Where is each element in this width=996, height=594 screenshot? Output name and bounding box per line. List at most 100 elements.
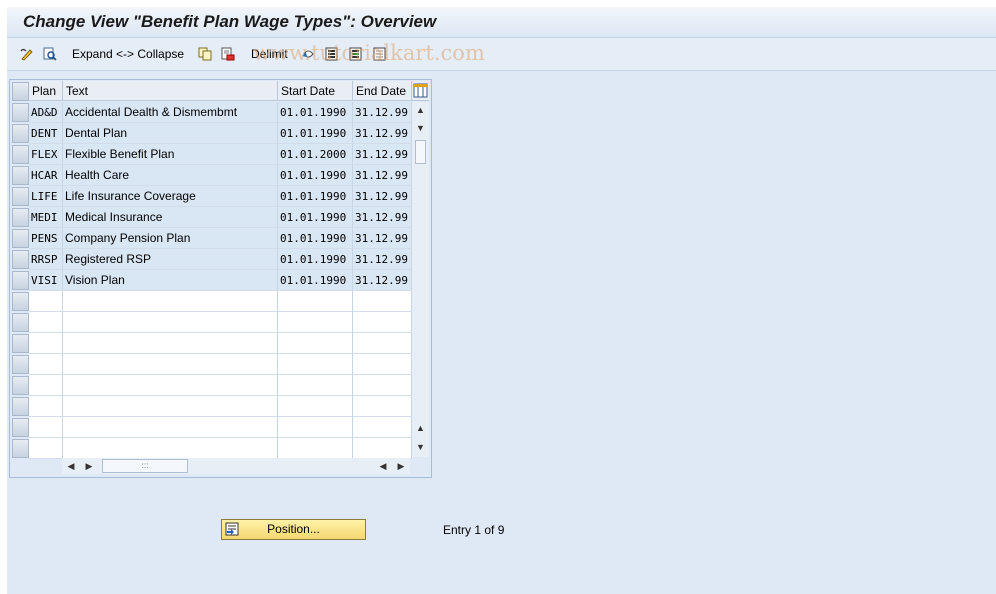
row-selector[interactable] bbox=[12, 103, 29, 122]
table-cell-end[interactable]: 31.12.99 bbox=[353, 228, 412, 249]
table-cell-start[interactable]: 01.01.1990 bbox=[278, 165, 353, 186]
expand-collapse-button[interactable]: Expand <-> Collapse bbox=[72, 46, 184, 62]
empty-table-cell[interactable] bbox=[353, 291, 412, 312]
empty-table-cell[interactable] bbox=[63, 333, 278, 354]
row-selector[interactable] bbox=[12, 313, 29, 332]
row-selector[interactable] bbox=[12, 397, 29, 416]
row-selector[interactable] bbox=[12, 229, 29, 248]
column-header-end-date[interactable]: End Date bbox=[353, 81, 412, 101]
empty-table-cell[interactable] bbox=[353, 312, 412, 333]
empty-table-cell[interactable] bbox=[29, 438, 63, 459]
empty-table-cell[interactable] bbox=[353, 396, 412, 417]
table-cell-text[interactable]: Vision Plan bbox=[63, 270, 278, 291]
empty-table-cell[interactable] bbox=[29, 333, 63, 354]
empty-table-cell[interactable] bbox=[63, 375, 278, 396]
empty-table-cell[interactable] bbox=[63, 417, 278, 438]
empty-table-cell[interactable] bbox=[278, 354, 353, 375]
table-cell-end[interactable]: 31.12.99 bbox=[353, 249, 412, 270]
row-selector[interactable] bbox=[12, 166, 29, 185]
empty-table-cell[interactable] bbox=[278, 417, 353, 438]
vertical-scroll-thumb[interactable] bbox=[415, 140, 426, 164]
empty-table-cell[interactable] bbox=[29, 417, 63, 438]
row-selector[interactable] bbox=[12, 208, 29, 227]
scroll-page-up-icon[interactable]: ▲ bbox=[412, 420, 429, 436]
select-all-rows-button[interactable] bbox=[12, 82, 29, 101]
table-cell-end[interactable]: 31.12.99 bbox=[353, 144, 412, 165]
column-header-plan[interactable]: Plan bbox=[29, 81, 63, 101]
table-cell-text[interactable]: Accidental Dealth & Dismembmt bbox=[63, 102, 278, 123]
table-cell-end[interactable]: 31.12.99 bbox=[353, 123, 412, 144]
table-cell-end[interactable]: 31.12.99 bbox=[353, 270, 412, 291]
table-cell-plan[interactable]: LIFE bbox=[29, 186, 63, 207]
empty-table-cell[interactable] bbox=[278, 312, 353, 333]
row-selector[interactable] bbox=[12, 250, 29, 269]
row-selector[interactable] bbox=[12, 439, 29, 458]
table-cell-start[interactable]: 01.01.1990 bbox=[278, 102, 353, 123]
row-selector[interactable] bbox=[12, 355, 29, 374]
empty-table-cell[interactable] bbox=[353, 438, 412, 459]
position-button[interactable]: Position... bbox=[221, 519, 366, 540]
table-cell-text[interactable]: Life Insurance Coverage bbox=[63, 186, 278, 207]
empty-table-cell[interactable] bbox=[353, 375, 412, 396]
table-cell-start[interactable]: 01.01.1990 bbox=[278, 186, 353, 207]
table-cell-start[interactable]: 01.01.1990 bbox=[278, 123, 353, 144]
table-cell-end[interactable]: 31.12.99 bbox=[353, 102, 412, 123]
row-selector[interactable] bbox=[12, 145, 29, 164]
row-selector[interactable] bbox=[12, 271, 29, 290]
table-cell-plan[interactable]: VISI bbox=[29, 270, 63, 291]
table-cell-plan[interactable]: FLEX bbox=[29, 144, 63, 165]
table-cell-end[interactable]: 31.12.99 bbox=[353, 165, 412, 186]
empty-table-cell[interactable] bbox=[63, 354, 278, 375]
table-cell-start[interactable]: 01.01.1990 bbox=[278, 228, 353, 249]
empty-table-cell[interactable] bbox=[278, 375, 353, 396]
table-cell-end[interactable]: 31.12.99 bbox=[353, 207, 412, 228]
scroll-down-icon[interactable]: ▼ bbox=[412, 120, 429, 136]
empty-table-cell[interactable] bbox=[63, 396, 278, 417]
empty-table-cell[interactable] bbox=[29, 375, 63, 396]
table-cell-text[interactable]: Registered RSP bbox=[63, 249, 278, 270]
horizontal-scroll-thumb[interactable]: ::: bbox=[102, 459, 188, 473]
table-cell-start[interactable]: 01.01.1990 bbox=[278, 207, 353, 228]
row-selector[interactable] bbox=[12, 418, 29, 437]
table-cell-text[interactable]: Health Care bbox=[63, 165, 278, 186]
table-cell-text[interactable]: Medical Insurance bbox=[63, 207, 278, 228]
empty-table-cell[interactable] bbox=[29, 312, 63, 333]
table-cell-plan[interactable]: HCAR bbox=[29, 165, 63, 186]
table-cell-plan[interactable]: RRSP bbox=[29, 249, 63, 270]
table-cell-plan[interactable]: DENT bbox=[29, 123, 63, 144]
scroll-page-down-icon[interactable]: ▼ bbox=[412, 439, 429, 455]
table-cell-text[interactable]: Dental Plan bbox=[63, 123, 278, 144]
find-icon[interactable] bbox=[43, 46, 57, 62]
row-selector[interactable] bbox=[12, 376, 29, 395]
empty-table-cell[interactable] bbox=[278, 333, 353, 354]
row-selector[interactable] bbox=[12, 124, 29, 143]
edit-glasses-icon[interactable] bbox=[20, 46, 34, 62]
column-header-start-date[interactable]: Start Date bbox=[278, 81, 353, 101]
scroll-left-icon[interactable]: ◀ bbox=[64, 458, 78, 474]
empty-table-cell[interactable] bbox=[29, 354, 63, 375]
table-cell-plan[interactable]: PENS bbox=[29, 228, 63, 249]
table-cell-plan[interactable]: MEDI bbox=[29, 207, 63, 228]
empty-table-cell[interactable] bbox=[353, 333, 412, 354]
row-selector[interactable] bbox=[12, 334, 29, 353]
empty-table-cell[interactable] bbox=[29, 291, 63, 312]
empty-table-cell[interactable] bbox=[63, 312, 278, 333]
horizontal-scrollbar[interactable]: ◀ ▶ ::: ◀ ▶ bbox=[62, 458, 410, 474]
table-cell-end[interactable]: 31.12.99 bbox=[353, 186, 412, 207]
empty-table-cell[interactable] bbox=[278, 438, 353, 459]
empty-table-cell[interactable] bbox=[278, 396, 353, 417]
table-cell-start[interactable]: 01.01.1990 bbox=[278, 249, 353, 270]
scroll-far-right-icon[interactable]: ▶ bbox=[394, 458, 408, 474]
empty-table-cell[interactable] bbox=[29, 396, 63, 417]
table-cell-start[interactable]: 01.01.1990 bbox=[278, 270, 353, 291]
empty-table-cell[interactable] bbox=[278, 291, 353, 312]
row-selector[interactable] bbox=[12, 187, 29, 206]
scroll-up-icon[interactable]: ▲ bbox=[412, 102, 429, 118]
scroll-right-icon[interactable]: ▶ bbox=[82, 458, 96, 474]
vertical-scrollbar[interactable]: ▲ ▼ ▲ ▼ bbox=[412, 102, 429, 457]
empty-table-cell[interactable] bbox=[63, 438, 278, 459]
column-header-text[interactable]: Text bbox=[63, 81, 278, 101]
table-cell-start[interactable]: 01.01.2000 bbox=[278, 144, 353, 165]
scroll-far-left-icon[interactable]: ◀ bbox=[376, 458, 390, 474]
empty-table-cell[interactable] bbox=[353, 417, 412, 438]
